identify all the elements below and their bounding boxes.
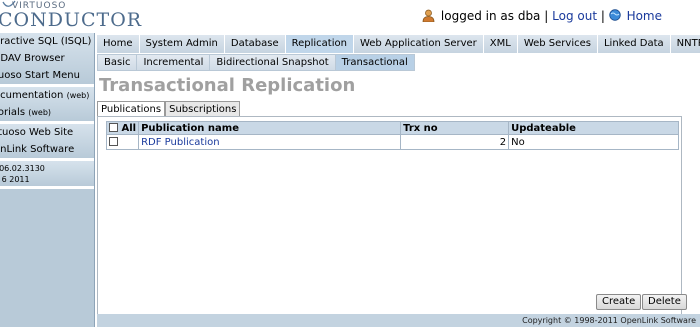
sidebar-item-suffix: (web) (66, 91, 90, 100)
home-globe-icon[interactable] (609, 9, 621, 21)
content-tab-bar: Publications Subscriptions (97, 101, 241, 117)
user-bar: logged in as dba | Log out | Home (422, 9, 662, 23)
updateable-cell: No (508, 134, 679, 150)
tab-home[interactable]: Home (97, 35, 140, 53)
tab-basic[interactable]: Basic (97, 54, 138, 71)
virtuoso-conductor-logo[interactable]: VIRTUOSO CONDUCTOR (0, 0, 141, 33)
sidebar-group-tools: eractive SQL (ISQL) bDAV Browser tuoso S… (0, 33, 94, 87)
tab-publications[interactable]: Publications (97, 101, 166, 117)
sidebar: eractive SQL (ISQL) bDAV Browser tuoso S… (0, 33, 95, 327)
create-button[interactable]: Create (596, 294, 642, 310)
version-number: . 06.02.3130 (0, 164, 45, 173)
tab-system-admin[interactable]: System Admin (139, 35, 225, 53)
separator: | (544, 9, 549, 23)
logged-in-text: logged in as dba (440, 9, 541, 23)
row-checkbox-cell (105, 134, 140, 150)
user-icon (422, 9, 435, 22)
delete-button[interactable]: Delete (642, 294, 687, 310)
sidebar-item-label: torials (0, 107, 26, 118)
sidebar-item-label: ocumentation (0, 90, 64, 101)
separator: | (600, 9, 605, 23)
sidebar-item-isql[interactable]: eractive SQL (ISQL) (0, 33, 94, 50)
version-date: n 6 2011 (0, 175, 30, 184)
sidebar-item-start-menu[interactable]: tuoso Start Menu (0, 67, 94, 84)
tab-bidirectional-snapshot[interactable]: Bidirectional Snapshot (210, 54, 336, 71)
select-all-header: All (105, 121, 140, 135)
publication-name-cell: RDF Publication (138, 134, 402, 150)
header: VIRTUOSO CONDUCTOR logged in as dba | Lo… (0, 0, 700, 33)
tab-database[interactable]: Database (224, 35, 286, 53)
tab-web-services[interactable]: Web Services (517, 35, 598, 53)
updateable-header[interactable]: Updateable (508, 121, 679, 135)
sidebar-version-info: . 06.02.3130 n 6 2011 (0, 161, 94, 189)
tab-transactional[interactable]: Transactional (335, 54, 415, 71)
logo-big-text: CONDUCTOR (0, 9, 143, 31)
sidebar-item-webdav[interactable]: bDAV Browser (0, 50, 94, 67)
sidebar-item-documentation[interactable]: ocumentation (web) (0, 87, 94, 104)
select-all-checkbox[interactable] (109, 122, 118, 132)
row-checkbox[interactable] (109, 136, 118, 146)
tab-subscriptions[interactable]: Subscriptions (165, 101, 241, 117)
sub-tab-bar: Basic Incremental Bidirectional Snapshot Tr… (97, 54, 700, 71)
tab-replication[interactable]: Replication (285, 35, 354, 53)
home-link[interactable]: Home (627, 9, 662, 23)
publications-table: All Publication name Trx no Updateable R… (105, 121, 679, 150)
publication-link[interactable]: RDF Publication (141, 137, 219, 148)
sidebar-item-tutorials[interactable]: torials (web) (0, 104, 94, 121)
tab-linked-data[interactable]: Linked Data (597, 35, 671, 53)
sidebar-item-suffix: (web) (28, 108, 52, 117)
all-label: All (121, 122, 137, 134)
tab-incremental[interactable]: Incremental (137, 54, 211, 71)
trx-no-cell: 2 (400, 134, 510, 150)
table-header-row: All Publication name Trx no Updateable (105, 121, 679, 135)
tab-nntp[interactable]: NNTP (670, 35, 700, 53)
sidebar-group-links: rtuoso Web Site enLink Software (0, 124, 94, 161)
sidebar-item-openlink-site[interactable]: enLink Software (0, 141, 94, 158)
sidebar-item-virtuoso-site[interactable]: rtuoso Web Site (0, 124, 94, 141)
tab-web-application-server[interactable]: Web Application Server (353, 35, 484, 53)
footer-copyright: Copyright © 1998-2011 OpenLink Software (97, 314, 700, 327)
trx-no-header[interactable]: Trx no (400, 121, 510, 135)
table-row: RDF Publication 2 No (105, 134, 679, 150)
sidebar-group-docs: ocumentation (web) torials (web) (0, 87, 94, 124)
publication-name-header[interactable]: Publication name (138, 121, 402, 135)
page-title: Transactional Replication (99, 75, 356, 96)
publications-panel: All Publication name Trx no Updateable R… (97, 116, 682, 316)
tab-xml[interactable]: XML (483, 35, 518, 53)
main-tab-bar: Home System Admin Database Replication Web A… (97, 35, 700, 53)
logout-link[interactable]: Log out (552, 9, 597, 23)
